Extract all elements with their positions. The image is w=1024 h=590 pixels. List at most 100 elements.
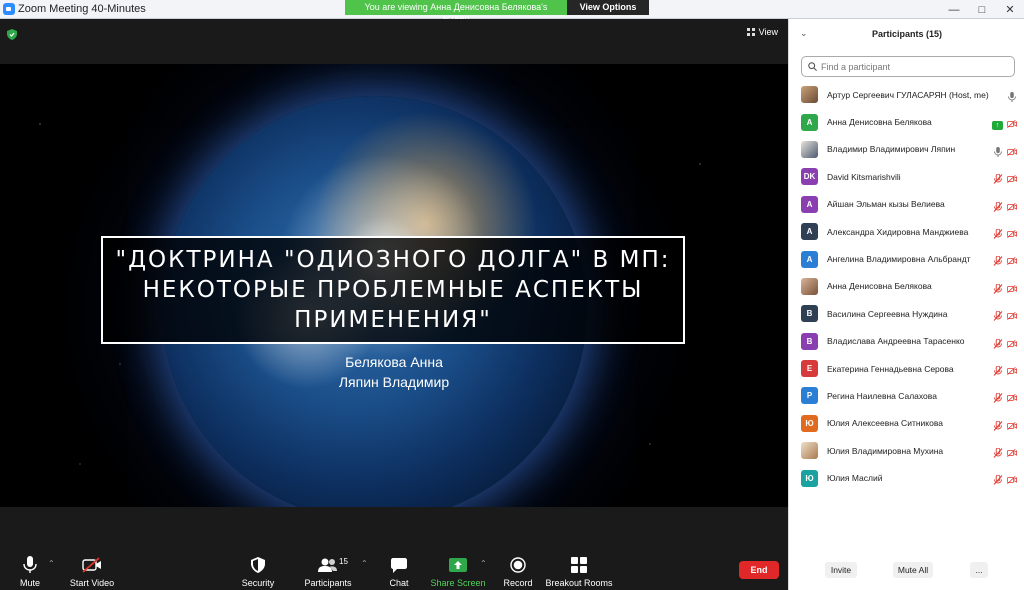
participant-name: Артур Сергеевич ГУЛАСАРЯН (Host, me) <box>827 89 989 100</box>
shared-screen: "ДОКТРИНА "ОДИОЗНОГО ДОЛГА" В МП: НЕКОТО… <box>0 64 788 507</box>
microphone-icon <box>993 144 1003 162</box>
screen-share-icon: ↑ <box>992 120 1003 130</box>
participant-row[interactable]: E Екатерина Геннадьевна Серова <box>789 355 1024 382</box>
participant-name: Юлия Алексеевна Ситникова <box>827 418 943 429</box>
invite-label: Invite <box>830 565 852 575</box>
breakout-rooms-icon <box>571 554 587 576</box>
participant-row[interactable]: B Василина Сергеевна Нуждина <box>789 300 1024 327</box>
participant-row[interactable]: P Регина Наилевна Салахова <box>789 382 1024 409</box>
video-off-icon <box>1007 445 1017 463</box>
participant-initial-avatar: A <box>801 223 818 241</box>
participants-panel: ⌄ Participants (15) Артур Сергеевич ГУЛА… <box>788 19 1024 590</box>
participant-status-icons <box>993 390 1017 408</box>
video-off-icon <box>1007 144 1017 162</box>
participant-row[interactable]: DK David Kitsmarishvili <box>789 163 1024 190</box>
more-label: ... <box>975 565 983 575</box>
participants-icon <box>317 554 339 576</box>
slide-title-box: "ДОКТРИНА "ОДИОЗНОГО ДОЛГА" В МП: НЕКОТО… <box>101 236 685 344</box>
participant-status-icons <box>993 445 1017 463</box>
microphone-icon <box>1007 89 1017 107</box>
microphone-muted-icon <box>993 390 1003 408</box>
shield-icon[interactable] <box>7 29 17 40</box>
participant-row[interactable]: Владимир Владимирович Ляпин <box>789 136 1024 163</box>
view-options-button[interactable]: View Options ⌄ <box>567 0 649 23</box>
search-icon <box>808 62 817 71</box>
participant-name: Анна Денисовна Белякова <box>827 281 932 292</box>
participant-row[interactable]: Юлия Владимировна Мухина <box>789 437 1024 464</box>
video-off-icon <box>1007 171 1017 189</box>
microphone-muted-icon <box>993 226 1003 244</box>
invite-button[interactable]: Invite <box>825 562 857 578</box>
chat-label: Chat <box>389 578 409 588</box>
participant-row[interactable]: Анна Денисовна Белякова <box>789 273 1024 300</box>
record-icon <box>510 554 526 576</box>
participant-name: Анна Денисовна Белякова <box>827 117 932 128</box>
participant-status-icons <box>993 253 1017 271</box>
participant-status-icons <box>993 171 1017 189</box>
participant-status-icons <box>993 336 1017 354</box>
caret-up-icon[interactable]: ⌃ <box>361 559 368 568</box>
participant-row[interactable]: Артур Сергеевич ГУЛАСАРЯН (Host, me) <box>789 81 1024 108</box>
participant-name: Александра Хидировна Манджиева <box>827 226 969 237</box>
record-label: Record <box>503 578 533 588</box>
participant-initial-avatar: Ю <box>801 414 818 432</box>
participant-initial-avatar: A <box>801 195 818 213</box>
viewing-screen-label: You are viewing Анна Денисовна Белякова'… <box>345 0 567 23</box>
mute-button[interactable]: Mute <box>14 532 46 590</box>
participant-name: Айшан Эльман кызы Велиева <box>827 199 945 210</box>
mute-all-label: Mute All <box>897 565 929 575</box>
caret-up-icon[interactable]: ⌃ <box>48 559 55 568</box>
caret-up-icon[interactable]: ⌃ <box>480 559 487 568</box>
participant-status-icons <box>993 308 1017 326</box>
share-screen-button[interactable]: Share Screen <box>430 532 486 590</box>
search-input[interactable] <box>821 61 1001 72</box>
participant-initial-avatar: A <box>801 250 818 268</box>
security-shield-icon <box>251 554 265 576</box>
close-icon[interactable]: ✕ <box>996 0 1024 19</box>
view-button[interactable]: View <box>746 27 778 37</box>
window-controls: — □ ✕ <box>940 0 1024 19</box>
end-label: End <box>750 565 768 575</box>
slide-title-line: НЕКОТОРЫЕ ПРОБЛЕМНЫЕ АСПЕКТЫ <box>142 277 644 303</box>
end-meeting-button[interactable]: End <box>739 561 779 579</box>
breakout-rooms-label: Breakout Rooms <box>545 578 613 588</box>
start-video-button[interactable]: Start Video <box>67 532 117 590</box>
participants-label: Participants <box>304 578 352 588</box>
participant-name: Ангелина Владимировна Альбрандт <box>827 254 971 265</box>
view-options-label: View Options <box>579 2 637 12</box>
security-button[interactable]: Security <box>240 532 276 590</box>
video-off-icon <box>82 554 102 576</box>
video-off-icon <box>1007 308 1017 326</box>
participant-row[interactable]: A Айшан Эльман кызы Велиева <box>789 191 1024 218</box>
participant-initial-avatar: DK <box>801 168 818 186</box>
share-screen-label: Share Screen <box>430 578 486 588</box>
participant-row[interactable]: A Анна Денисовна Белякова ↑ <box>789 108 1024 135</box>
video-off-icon <box>1007 253 1017 271</box>
participant-search[interactable] <box>801 56 1015 77</box>
mute-all-button[interactable]: Mute All <box>893 562 933 578</box>
participant-row[interactable]: Ю Юлия Маслий <box>789 464 1024 491</box>
panel-title: Participants (15) <box>871 29 943 39</box>
microphone-muted-icon <box>993 363 1003 381</box>
breakout-rooms-button[interactable]: Breakout Rooms <box>545 532 613 590</box>
participant-row[interactable]: A Ангелина Владимировна Альбрандт <box>789 245 1024 272</box>
record-button[interactable]: Record <box>503 532 533 590</box>
maximize-icon[interactable]: □ <box>968 0 996 19</box>
participant-name: Владислава Андреевна Тарасенко <box>827 336 965 347</box>
more-options-button[interactable]: ... <box>970 562 988 578</box>
slide-title-line: "ДОКТРИНА "ОДИОЗНОГО ДОЛГА" В МП: <box>115 247 671 273</box>
participant-row[interactable]: A Александра Хидировна Манджиева <box>789 218 1024 245</box>
participant-row[interactable]: Ю Юлия Алексеевна Ситникова <box>789 410 1024 437</box>
view-button-label: View <box>758 27 778 37</box>
video-off-icon <box>1007 472 1017 490</box>
minimize-icon[interactable]: — <box>940 0 968 19</box>
participant-name: David Kitsmarishvili <box>827 171 901 182</box>
participant-initial-avatar: E <box>801 360 818 378</box>
microphone-muted-icon <box>993 253 1003 271</box>
chat-button[interactable]: Chat <box>386 532 412 590</box>
participant-name: Екатерина Геннадьевна Серова <box>827 363 954 374</box>
video-off-icon <box>1007 363 1017 381</box>
video-off-icon <box>1007 281 1017 299</box>
chat-bubble-icon <box>391 554 407 576</box>
participant-row[interactable]: B Владислава Андреевна Тарасенко <box>789 328 1024 355</box>
